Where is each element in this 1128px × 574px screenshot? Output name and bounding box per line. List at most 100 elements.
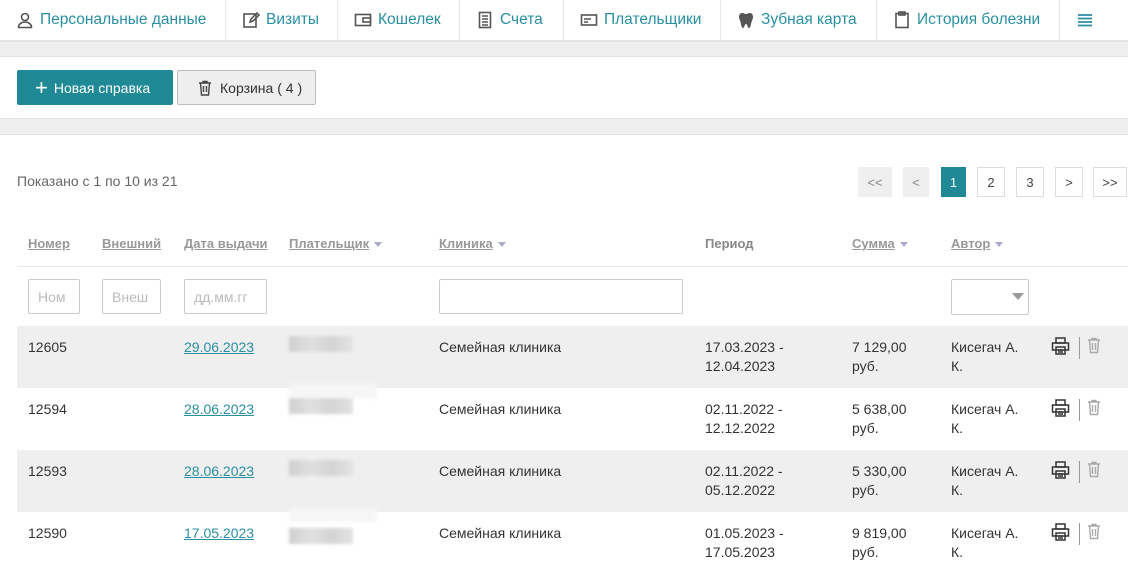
filter-number-input[interactable] (28, 279, 80, 314)
sum-value: 7 129,00 (852, 339, 907, 355)
print-icon[interactable] (1051, 522, 1070, 546)
page-2[interactable]: 2 (977, 167, 1005, 197)
tab-wallet[interactable]: Кошелек (338, 0, 460, 40)
trash-icon[interactable] (1087, 461, 1101, 483)
col-header-clinic[interactable]: Клиника (439, 236, 506, 251)
trash-icon[interactable] (1087, 337, 1101, 359)
cell-author: Кисегач А. К. (951, 462, 1018, 500)
period-to: 12.04.2023 (705, 358, 776, 374)
page-3[interactable]: 3 (1016, 167, 1044, 197)
cell-sum: 5 330,00 руб. (852, 462, 907, 500)
clipboard-icon (893, 11, 911, 29)
col-header-clinic-label: Клиника (439, 236, 493, 251)
col-header-external[interactable]: Внешний (102, 236, 161, 251)
sort-caret-icon (497, 242, 506, 248)
trash-icon[interactable] (1087, 523, 1101, 545)
col-header-date[interactable]: Дата выдачи (184, 236, 268, 251)
period-from: 02.11.2022 - (705, 401, 783, 417)
card-icon (580, 11, 598, 29)
trash-button[interactable]: Корзина ( 4 ) (177, 70, 316, 105)
filter-external-input[interactable] (102, 279, 161, 314)
filter-date-input[interactable] (184, 279, 267, 314)
cell-clinic: Семейная клиника (439, 401, 562, 417)
cell-clinic: Семейная клиника (439, 339, 562, 355)
row-actions (1051, 460, 1111, 484)
payer-redacted-shadow (289, 384, 377, 398)
tab-visits[interactable]: Визиты (226, 0, 338, 40)
tab-label: Зубная карта (761, 11, 857, 28)
tab-dental-chart[interactable]: Зубная карта (721, 0, 877, 40)
tab-personal-data[interactable]: Персональные данные (0, 0, 226, 40)
payer-redacted (289, 528, 353, 544)
sum-value: 5 330,00 (852, 463, 907, 479)
chevron-down-icon (1012, 293, 1024, 300)
cell-sum: 7 129,00 руб. (852, 338, 907, 376)
tab-payers[interactable]: Плательщики (564, 0, 721, 40)
hamburger-icon (1076, 11, 1094, 29)
row-actions (1051, 522, 1111, 546)
cell-period: 02.11.2022 - 12.12.2022 (705, 400, 783, 438)
cell-date-link[interactable]: 28.06.2023 (184, 462, 254, 481)
menu-button[interactable] (1060, 0, 1112, 40)
col-header-author[interactable]: Автор (951, 236, 1004, 251)
author-line2: К. (951, 420, 964, 436)
page-next[interactable]: > (1055, 167, 1083, 197)
tab-label: Кошелек (378, 11, 441, 28)
print-icon[interactable] (1051, 336, 1070, 360)
cell-date-link[interactable]: 28.06.2023 (184, 400, 254, 419)
author-line1: Кисегач А. (951, 339, 1019, 355)
divider-band (0, 41, 1128, 57)
cell-number: 12593 (28, 463, 67, 479)
cell-date-link[interactable]: 29.06.2023 (184, 338, 254, 357)
trash-icon[interactable] (1087, 399, 1101, 421)
period-from: 02.11.2022 - (705, 463, 783, 479)
page-prev[interactable]: < (903, 167, 929, 197)
period-to: 05.12.2022 (705, 482, 776, 498)
col-header-sum[interactable]: Сумма (852, 236, 908, 251)
author-line2: К. (951, 358, 964, 374)
table-row: 12593 28.06.2023 Семейная клиника 02.11.… (17, 450, 1128, 512)
sort-caret-icon (995, 242, 1004, 248)
author-line1: Кисегач А. (951, 463, 1019, 479)
cell-author: Кисегач А. К. (951, 524, 1018, 562)
period-from: 17.03.2023 - (705, 339, 784, 355)
cell-period: 02.11.2022 - 05.12.2022 (705, 462, 783, 500)
tooth-icon (737, 11, 755, 29)
author-line1: Кисегач А. (951, 525, 1019, 541)
table-row: 12605 29.06.2023 Семейная клиника 17.03.… (17, 326, 1128, 388)
col-header-payer[interactable]: Плательщик (289, 236, 383, 251)
tab-medical-history[interactable]: История болезни (877, 0, 1060, 40)
cell-number: 12594 (28, 401, 67, 417)
filter-author-select[interactable] (951, 279, 1029, 315)
new-certificate-label: Новая справка (53, 79, 151, 96)
divider-band (0, 118, 1128, 135)
filter-clinic-input[interactable] (439, 279, 683, 314)
print-icon[interactable] (1051, 460, 1070, 484)
cell-date-link[interactable]: 17.05.2023 (184, 524, 254, 543)
author-line2: К. (951, 482, 964, 498)
print-icon[interactable] (1051, 398, 1070, 422)
trash-icon (199, 80, 211, 96)
tab-invoices[interactable]: Счета (460, 0, 564, 40)
payer-redacted (289, 336, 353, 352)
tab-label: История болезни (917, 11, 1041, 28)
cell-number: 12590 (28, 525, 67, 541)
cell-sum: 5 638,00 руб. (852, 400, 907, 438)
edit-icon (242, 11, 260, 29)
cell-period: 17.03.2023 - 12.04.2023 (705, 338, 784, 376)
tab-label: Визиты (266, 11, 320, 28)
row-actions (1051, 336, 1111, 360)
page-first[interactable]: << (858, 167, 892, 197)
tab-label: Счета (500, 11, 543, 28)
table-row: 12590 17.05.2023 Семейная клиника 01.05.… (17, 508, 1128, 574)
author-line2: К. (951, 544, 964, 560)
author-line1: Кисегач А. (951, 401, 1019, 417)
col-header-number[interactable]: Номер (28, 236, 70, 251)
plus-icon: + (35, 74, 48, 100)
new-certificate-button[interactable]: + Новая справка (17, 70, 173, 105)
invoice-icon (476, 11, 494, 29)
page-1[interactable]: 1 (941, 167, 966, 197)
actions-separator (1079, 337, 1080, 359)
page-last[interactable]: >> (1093, 167, 1127, 197)
sort-caret-icon (899, 242, 908, 248)
